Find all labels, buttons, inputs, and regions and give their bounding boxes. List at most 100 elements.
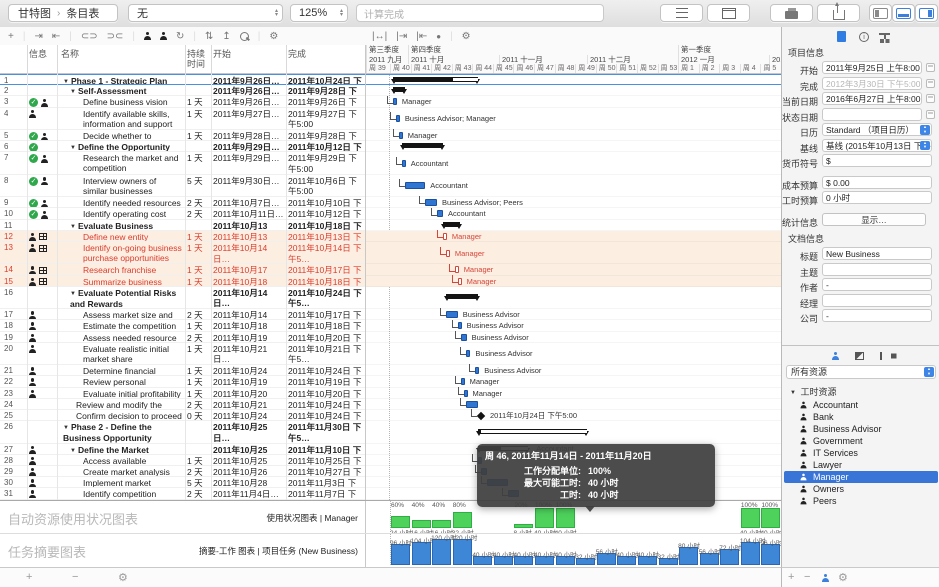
hierarchy-tab-icon[interactable]	[879, 33, 890, 45]
disclosure-triangle-icon[interactable]: ▼	[70, 145, 76, 151]
task-duration-cell[interactable]: 1 天	[187, 456, 209, 466]
inspector-field-input[interactable]: $	[822, 154, 932, 167]
task-name-cell[interactable]: Decide whether to proceed	[83, 131, 182, 141]
table-row-8[interactable]: 8✓Interview owners of similar businesses…	[0, 175, 365, 197]
task-bar[interactable]	[437, 210, 443, 217]
resource-item-it-services[interactable]: IT Services	[784, 447, 938, 459]
task-start-cell[interactable]: 2011年10月19日…	[213, 377, 284, 387]
task-name-cell[interactable]: Summarize business approach	[83, 277, 182, 287]
view-switcher-outline[interactable]: 条目表	[66, 5, 99, 21]
task-duration-cell[interactable]: 2 天	[187, 209, 209, 219]
task-finish-cell[interactable]: 2011年10月24日 下午5…	[288, 411, 364, 421]
task-finish-cell[interactable]: 2011年10月24日 下午5…	[288, 288, 364, 309]
task-start-cell[interactable]: 2011年10月14日…	[213, 310, 284, 320]
scroll-to-end-icon[interactable]: |⇤	[416, 31, 427, 42]
table-row-20[interactable]: 20Evaluate realistic initial market shar…	[0, 343, 365, 365]
search-icon[interactable]	[240, 32, 249, 41]
task-name-cell[interactable]: Identify operating cost elements	[83, 209, 182, 219]
summary-bar[interactable]	[432, 539, 451, 565]
usage-band-subtitle[interactable]: 使用状况图表 | Manager	[267, 512, 358, 524]
task-finish-cell[interactable]: 2011年10月27日 下午5…	[288, 467, 364, 477]
unlink-tasks-icon[interactable]: ⊃⊂	[107, 31, 124, 42]
task-start-cell[interactable]: 2011年10月21日…	[213, 344, 284, 365]
task-bar[interactable]	[405, 182, 426, 189]
inspector-field-input[interactable]: Standard （项目日历）▴▾	[822, 123, 932, 136]
document-field-input[interactable]: New Business	[822, 247, 932, 260]
task-name-cell[interactable]: Implement market analysis plan	[83, 478, 182, 488]
resource-group-row[interactable]: ▼ 工时资源	[790, 385, 836, 398]
inspector-field-input[interactable]: 基线 (2015年10月13日 下午1:…▴▾	[822, 139, 932, 152]
disclosure-triangle-icon[interactable]: ▼	[70, 291, 76, 297]
today-icon[interactable]: ●	[436, 32, 441, 41]
task-name-cell[interactable]: Assess needed resource availability	[83, 333, 182, 343]
task-name-cell[interactable]: Evaluate initial profitability	[83, 389, 182, 399]
table-row-5[interactable]: 5✓Decide whether to proceed1 天2011年9月28日…	[0, 130, 365, 141]
task-start-cell[interactable]: 2011年10月25日…	[213, 456, 284, 466]
resource-item-business-advisor[interactable]: Business Advisor	[784, 423, 938, 435]
resources-people-icon[interactable]	[822, 574, 829, 582]
task-start-cell[interactable]: 2011年10月25日…	[213, 422, 284, 443]
summary-bar[interactable]	[446, 294, 478, 299]
publish-icon[interactable]: ↥	[222, 31, 230, 42]
task-bar[interactable]	[402, 160, 406, 167]
task-name-cell[interactable]: Evaluate realistic initial market share	[83, 344, 182, 364]
task-start-cell[interactable]: 2011年9月29日…	[213, 142, 284, 152]
task-start-cell[interactable]: 2011年9月26日…	[213, 76, 284, 85]
task-duration-cell[interactable]: 2 天	[187, 333, 209, 343]
view-switcher-gantt[interactable]: 甘特图	[18, 5, 51, 21]
table-row-2[interactable]: 2▼Self-Assessment2011年9月26日…2011年9月28日 下…	[0, 85, 365, 96]
table-settings-icon[interactable]: ⚙	[269, 31, 278, 42]
table-row-14[interactable]: 14Research franchise possibilities1 天201…	[0, 264, 365, 275]
task-start-cell[interactable]: 2011年9月28日…	[213, 131, 284, 141]
task-finish-cell[interactable]: 2011年10月17日 下午5…	[288, 310, 364, 320]
task-start-cell[interactable]: 2011年10月21日…	[213, 400, 284, 410]
task-name-cell[interactable]: ▼Define the Market	[70, 445, 182, 455]
task-start-cell[interactable]: 2011年10月20日…	[213, 389, 284, 399]
summary-bar[interactable]	[393, 77, 478, 82]
zoom-fit-icon[interactable]: |↔|	[372, 31, 387, 42]
task-start-cell[interactable]: 2011年10月11日…	[213, 209, 284, 219]
task-duration-cell[interactable]: 1 天	[187, 153, 209, 164]
task-start-cell[interactable]: 2011年9月27日…	[213, 109, 284, 120]
milestone-diamond[interactable]	[477, 412, 485, 420]
share-button[interactable]	[817, 4, 860, 22]
task-start-cell[interactable]: 2011年10月18日…	[213, 277, 284, 287]
task-bar[interactable]	[461, 378, 465, 385]
task-duration-cell[interactable]: 2 天	[187, 310, 209, 320]
table-row-28[interactable]: 28Access available information1 天2011年10…	[0, 455, 365, 466]
inspector-field-input[interactable]: 2016年6月27日 上午8:00	[822, 92, 922, 105]
task-name-cell[interactable]: Define business vision	[83, 97, 182, 107]
table-row-13[interactable]: 13Identify on-going business purchase op…	[0, 242, 365, 264]
task-name-cell[interactable]: Research franchise possibilities	[83, 265, 182, 275]
table-row-12[interactable]: 12Define new entity requirements1 天2011年…	[0, 231, 365, 242]
toggle-right-panel-button[interactable]	[915, 4, 938, 22]
task-start-cell[interactable]: 2011年10月13日…	[213, 221, 284, 231]
resource-item-bank[interactable]: Bank	[784, 411, 938, 423]
table-row-27[interactable]: 27▼Define the Market2011年10月25日…2011年11月…	[0, 444, 365, 455]
task-name-cell[interactable]: Identify competition	[83, 489, 182, 499]
table-row-15[interactable]: 15Summarize business approach1 天2011年10月…	[0, 276, 365, 287]
task-bar[interactable]	[425, 199, 437, 206]
task-finish-cell[interactable]: 2011年10月18日 下午5…	[288, 321, 364, 331]
task-finish-cell[interactable]: 2011年10月24日 下午5…	[288, 400, 364, 410]
task-name-cell[interactable]: ▼Phase 2 - Define the Business Opportuni…	[63, 422, 182, 443]
disclosure-triangle-icon[interactable]: ▼	[70, 448, 76, 454]
task-finish-cell[interactable]: 2011年10月24日 下午5…	[288, 366, 364, 376]
summary-bar[interactable]	[761, 544, 780, 565]
column-header-start[interactable]: 开始	[213, 49, 231, 59]
task-bar[interactable]	[464, 390, 468, 397]
task-duration-cell[interactable]: 1 天	[187, 232, 209, 242]
task-duration-cell[interactable]: 1 天	[187, 377, 209, 387]
summary-bar[interactable]	[741, 542, 760, 565]
violation-task-bar[interactable]	[446, 250, 450, 257]
task-name-cell[interactable]: Research the market and competition	[83, 153, 182, 173]
disclosure-triangle-icon[interactable]: ▼	[790, 390, 796, 396]
resource-columns-icon[interactable]	[880, 352, 891, 360]
task-finish-cell[interactable]: 2011年11月10日 下午5…	[288, 445, 364, 455]
task-finish-cell[interactable]: 2011年10月10日 下午5…	[288, 198, 364, 208]
task-start-cell[interactable]: 2011年10月19日…	[213, 333, 284, 343]
task-finish-cell[interactable]: 2011年10月13日 下午5…	[288, 232, 364, 242]
inspector-field-input[interactable]: $ 0.00	[822, 176, 932, 189]
task-start-cell[interactable]: 2011年10月26日…	[213, 467, 284, 477]
task-finish-cell[interactable]: 2011年9月28日 下午5:00	[288, 86, 364, 96]
